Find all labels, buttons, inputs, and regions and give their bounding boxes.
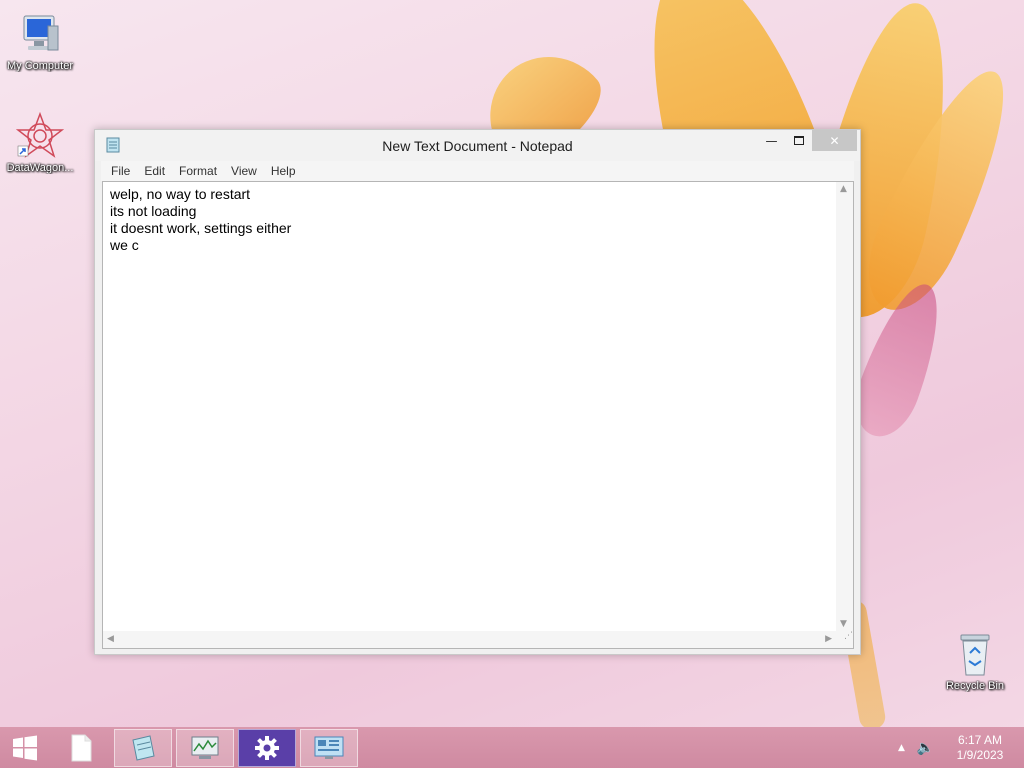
title-bar[interactable]: New Text Document - Notepad — ✕ bbox=[95, 130, 860, 161]
maximize-icon bbox=[793, 136, 804, 145]
window-title: New Text Document - Notepad bbox=[382, 138, 573, 154]
scroll-up-icon[interactable]: ▲ bbox=[840, 184, 847, 194]
minimize-button[interactable]: — bbox=[758, 130, 785, 151]
taskbar-file-button[interactable] bbox=[52, 729, 110, 767]
scroll-down-icon[interactable]: ▼ bbox=[840, 619, 847, 629]
notepad-icon bbox=[132, 735, 155, 761]
start-button[interactable] bbox=[0, 729, 50, 767]
control-panel-icon bbox=[314, 736, 344, 759]
taskbar-notepad-button[interactable] bbox=[114, 729, 172, 767]
desktop-icon-datawagon[interactable]: DataWagon... bbox=[0, 112, 80, 174]
desktop-icon-label: DataWagon... bbox=[6, 162, 74, 174]
menu-format[interactable]: Format bbox=[172, 164, 224, 178]
resize-grip-icon[interactable]: ⋰ bbox=[836, 631, 853, 648]
scroll-left-icon[interactable]: ◀ bbox=[107, 634, 114, 644]
menu-help[interactable]: Help bbox=[264, 164, 303, 178]
system-clock[interactable]: 6:17 AM 1/9/2023 bbox=[944, 733, 1016, 763]
taskbar-settings-button[interactable] bbox=[238, 729, 296, 767]
notepad-window[interactable]: New Text Document - Notepad — ✕ File Edi… bbox=[94, 129, 861, 655]
menu-view[interactable]: View bbox=[224, 164, 264, 178]
desktop-icon-label: Recycle Bin bbox=[945, 680, 1005, 692]
recycle-bin-icon bbox=[951, 630, 999, 678]
taskbar-monitor-button[interactable] bbox=[176, 729, 234, 767]
datawagon-logo-icon bbox=[16, 112, 64, 160]
clock-date: 1/9/2023 bbox=[956, 748, 1004, 762]
desktop-icon-my-computer[interactable]: My Computer bbox=[0, 10, 80, 72]
volume-icon[interactable]: 🔈 bbox=[917, 740, 934, 756]
vertical-scrollbar[interactable]: ▲ ▼ bbox=[836, 182, 853, 631]
close-icon: ✕ bbox=[829, 133, 840, 148]
clock-time: 6:17 AM bbox=[957, 733, 1003, 747]
computer-icon bbox=[16, 10, 64, 58]
gear-icon bbox=[255, 736, 279, 760]
performance-monitor-icon bbox=[191, 736, 219, 759]
taskbar-control-panel-button[interactable] bbox=[300, 729, 358, 767]
desktop-icon-recycle-bin[interactable]: Recycle Bin bbox=[935, 630, 1015, 692]
horizontal-scrollbar[interactable]: ◀ ▶ bbox=[103, 631, 836, 648]
menu-edit[interactable]: Edit bbox=[137, 164, 172, 178]
blank-document-icon bbox=[71, 734, 92, 762]
show-hidden-icons-icon[interactable]: ▲ bbox=[898, 743, 905, 753]
system-tray: ▲ 🔈 bbox=[898, 727, 934, 768]
menu-file[interactable]: File bbox=[104, 164, 137, 178]
minimize-icon: — bbox=[765, 133, 778, 148]
windows-logo-icon bbox=[13, 735, 37, 761]
taskbar: ▲ 🔈 6:17 AM 1/9/2023 bbox=[0, 727, 1024, 768]
document-text[interactable]: welp, no way to restart its not loading … bbox=[110, 186, 833, 628]
close-button[interactable]: ✕ bbox=[812, 130, 857, 151]
desktop-icon-label: My Computer bbox=[6, 60, 74, 72]
menu-bar: File Edit Format View Help bbox=[101, 161, 854, 181]
scroll-right-icon[interactable]: ▶ bbox=[825, 634, 832, 644]
text-editor[interactable]: welp, no way to restart its not loading … bbox=[102, 181, 854, 649]
maximize-button[interactable] bbox=[785, 130, 812, 151]
